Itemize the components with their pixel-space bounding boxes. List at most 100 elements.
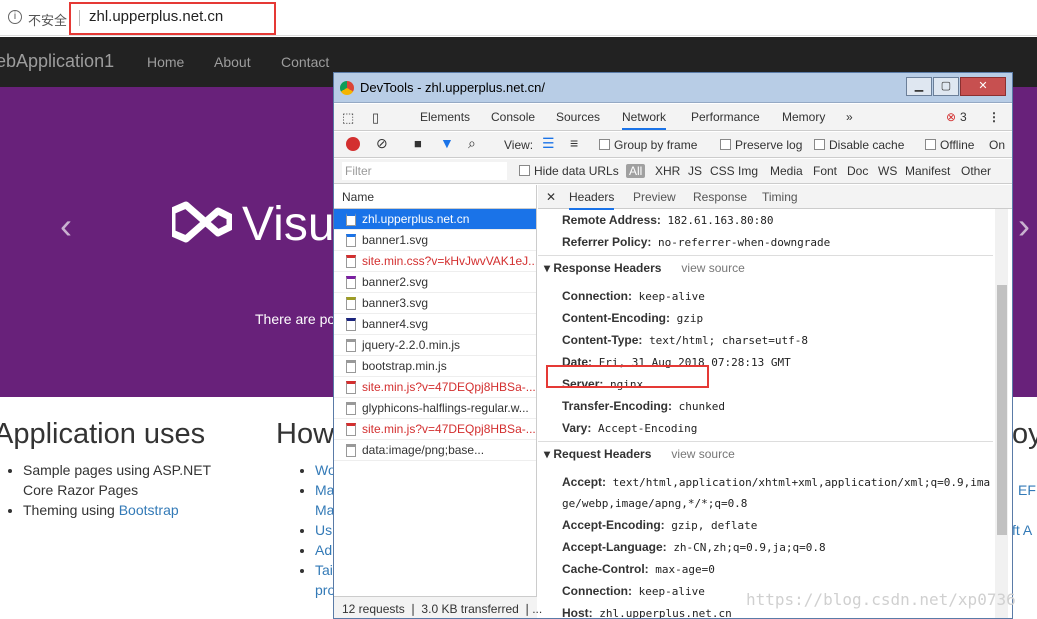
section-title: How: [276, 418, 335, 450]
file-icon: [346, 381, 356, 394]
carousel-prev-icon[interactable]: ‹: [60, 205, 72, 247]
preserve-log-checkbox[interactable]: Preserve log: [720, 138, 802, 152]
filter-xhr[interactable]: XHR: [655, 164, 680, 178]
carousel-caption: There are po: [255, 311, 336, 327]
camera-icon[interactable]: ■: [414, 136, 422, 151]
carousel-next-icon[interactable]: ›: [1018, 205, 1030, 247]
disable-cache-checkbox[interactable]: Disable cache: [814, 138, 904, 152]
request-name: zhl.upperplus.net.cn: [362, 212, 470, 226]
tab-sources[interactable]: Sources: [556, 110, 600, 124]
device-toggle-icon[interactable]: ▯: [372, 110, 379, 126]
file-icon: [346, 276, 356, 289]
header-value: gzip: [676, 312, 704, 325]
online-select[interactable]: On: [989, 138, 1005, 152]
nav-home[interactable]: Home: [147, 54, 184, 70]
request-headers-section[interactable]: ▾ Request Headers view source: [544, 447, 735, 461]
filter-manifest[interactable]: Manifest: [905, 164, 950, 178]
view-source-link[interactable]: view source: [681, 261, 744, 275]
request-row[interactable]: jquery-2.2.0.min.js: [334, 335, 536, 356]
filter-img[interactable]: Img: [738, 164, 758, 178]
filter-doc[interactable]: Doc: [847, 164, 868, 178]
tab-console[interactable]: Console: [491, 110, 535, 124]
request-row[interactable]: data:image/png;base...: [334, 440, 536, 461]
request-row[interactable]: bootstrap.min.js: [334, 356, 536, 377]
info-icon[interactable]: i: [8, 10, 22, 24]
waterfall-view-icon[interactable]: ≡: [570, 135, 578, 151]
request-name: site.min.js?v=47DEQpj8HBSa-...: [362, 422, 536, 436]
site-brand[interactable]: ebApplication1: [0, 51, 114, 72]
filter-input[interactable]: Filter: [342, 162, 507, 180]
tab-memory[interactable]: Memory: [782, 110, 825, 124]
address-bar[interactable]: i 不安全 zhl.upperplus.net.cn: [0, 0, 1037, 36]
request-row[interactable]: banner1.svg: [334, 230, 536, 251]
close-detail-icon[interactable]: ✕: [546, 190, 556, 204]
highlight-box: [546, 365, 709, 388]
name-column-header[interactable]: Name: [334, 185, 536, 209]
clear-icon[interactable]: ⊘: [376, 135, 388, 152]
view-source-link[interactable]: view source: [671, 447, 734, 461]
filter-other[interactable]: Other: [961, 164, 991, 178]
request-row[interactable]: site.min.css?v=kHvJwvVAK1eJ...: [334, 251, 536, 272]
menu-icon[interactable]: ⋮: [988, 110, 1000, 124]
tab-timing[interactable]: Timing: [762, 190, 798, 204]
filter-js[interactable]: JS: [688, 164, 702, 178]
bootstrap-link[interactable]: Bootstrap: [119, 502, 179, 518]
tab-headers[interactable]: Headers: [569, 190, 615, 210]
highlight-box: [69, 2, 276, 35]
inspect-icon[interactable]: ⬚: [342, 110, 354, 126]
header-value: 182.61.163.80:80: [667, 214, 774, 227]
filter-ws[interactable]: WS: [878, 164, 897, 178]
filter-media[interactable]: Media: [770, 164, 803, 178]
section-title: oy: [1012, 418, 1037, 450]
request-row[interactable]: banner4.svg: [334, 314, 536, 335]
request-row[interactable]: glyphicons-halflings-regular.w...: [334, 398, 536, 419]
header-row: Referrer Policy: no-referrer-when-downgr…: [562, 235, 830, 249]
filter-font[interactable]: Font: [813, 164, 837, 178]
header-row: Transfer-Encoding: chunked: [562, 399, 725, 413]
request-row[interactable]: site.min.js?v=47DEQpj8HBSa-...: [334, 419, 536, 440]
request-row[interactable]: banner2.svg: [334, 272, 536, 293]
divider: [538, 441, 993, 442]
tab-network[interactable]: Network: [622, 110, 667, 130]
list-item: Sample pages using ASP.NETCore Razor Pag…: [23, 460, 243, 500]
link[interactable]: EF: [1018, 482, 1036, 498]
list-view-icon[interactable]: ☰: [542, 135, 555, 152]
nav-contact[interactable]: Contact: [281, 54, 329, 70]
header-value: zhl.upperplus.net.cn: [599, 607, 732, 619]
request-row[interactable]: banner3.svg: [334, 293, 536, 314]
request-name: banner1.svg: [362, 233, 429, 247]
close-button[interactable]: ✕: [960, 77, 1006, 96]
request-row[interactable]: zhl.upperplus.net.cn: [334, 209, 536, 230]
header-row: Vary: Accept-Encoding: [562, 421, 697, 435]
tab-preview[interactable]: Preview: [633, 190, 676, 204]
minimize-button[interactable]: ▁: [906, 77, 932, 96]
header-row: Connection: keep-alive: [562, 584, 705, 598]
header-row: Content-Type: text/html; charset=utf-8: [562, 333, 808, 347]
maximize-button[interactable]: ▢: [933, 77, 959, 96]
file-icon: [346, 360, 356, 373]
file-icon: [346, 339, 356, 352]
filter-all[interactable]: All: [626, 164, 646, 178]
record-icon[interactable]: [346, 137, 360, 151]
more-tabs-icon[interactable]: »: [846, 110, 853, 124]
error-count[interactable]: 3: [960, 110, 967, 124]
devtools-titlebar[interactable]: DevTools - zhl.upperplus.net.cn/ ▁ ▢ ✕: [334, 73, 1012, 103]
scrollbar-thumb[interactable]: [997, 285, 1007, 535]
offline-checkbox[interactable]: Offline: [925, 138, 974, 152]
filter-bar: Filter Hide data URLs All XHR JS CSS Img…: [334, 159, 1012, 184]
request-row[interactable]: site.min.js?v=47DEQpj8HBSa-...: [334, 377, 536, 398]
hide-data-urls-checkbox[interactable]: Hide data URLs: [519, 164, 619, 178]
tab-response[interactable]: Response: [693, 190, 747, 204]
tab-performance[interactable]: Performance: [691, 110, 760, 124]
error-icon[interactable]: ⊗: [946, 110, 956, 124]
group-by-frame-checkbox[interactable]: Group by frame: [599, 138, 697, 152]
tab-elements[interactable]: Elements: [420, 110, 470, 124]
scrollbar[interactable]: [995, 209, 1008, 618]
link[interactable]: ft A: [1012, 522, 1032, 538]
nav-about[interactable]: About: [214, 54, 251, 70]
response-headers-section[interactable]: ▾ Response Headers view source: [544, 261, 745, 275]
search-icon[interactable]: ⌕: [468, 135, 476, 152]
filter-css[interactable]: CSS: [710, 164, 735, 178]
header-value: text/html,application/xhtml+xml,applicat…: [612, 476, 991, 489]
filter-icon[interactable]: ▼: [440, 135, 454, 151]
